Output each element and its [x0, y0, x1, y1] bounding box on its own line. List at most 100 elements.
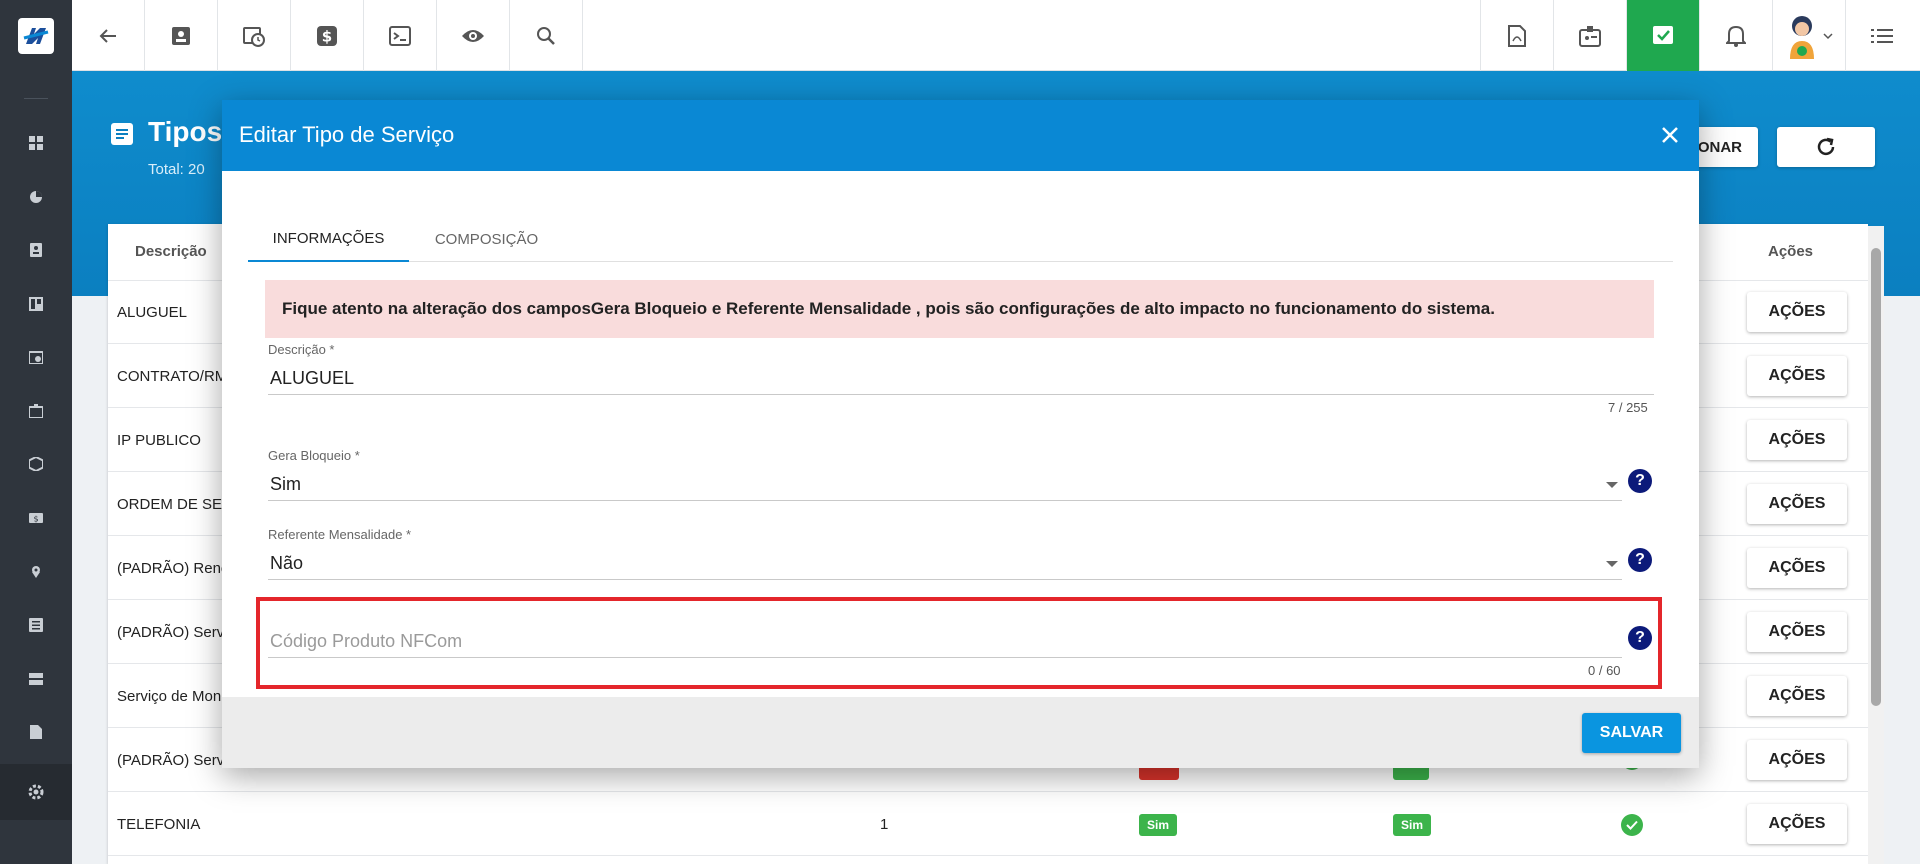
back-button[interactable]: [72, 0, 145, 71]
refresh-button[interactable]: [1777, 127, 1875, 167]
row-description: IP PUBLICO: [117, 432, 201, 449]
dollar-icon: $: [317, 25, 337, 46]
page-title: Tipos: [148, 116, 223, 147]
tasks-button[interactable]: [1626, 0, 1699, 71]
sidebar-divider: [24, 98, 48, 99]
alert-field-referente-mensalidade: Referente Mensalidade: [726, 299, 912, 318]
schedule-button[interactable]: [218, 0, 291, 71]
column-header-descricao: Descrição: [135, 243, 207, 260]
search-icon: [537, 26, 555, 45]
status-badge: Sim: [1139, 814, 1178, 836]
row-description: CONTRATO/RMI: [117, 368, 232, 385]
descricao-input[interactable]: ALUGUEL: [270, 368, 354, 389]
codigo-nfcom-input[interactable]: Código Produto NFCom: [270, 631, 462, 652]
highlight-box: [256, 597, 1662, 689]
actions-button[interactable]: AÇÕES: [1747, 612, 1847, 652]
descricao-char-count: 7 / 255: [1608, 400, 1648, 415]
eye-icon: [462, 29, 484, 42]
pdf-button[interactable]: [1480, 0, 1553, 71]
calendar-icon[interactable]: [26, 347, 46, 367]
document-icon[interactable]: [26, 722, 46, 742]
referente-mensalidade-select[interactable]: Não: [270, 553, 303, 574]
descricao-underline: [268, 394, 1654, 395]
badge-icon[interactable]: [26, 401, 46, 421]
user-avatar: [1790, 15, 1814, 59]
dialog-title: Editar Tipo de Serviço: [239, 122, 455, 147]
document-icon: [111, 123, 133, 145]
terminal-icon: [389, 25, 411, 46]
check-icon: [1621, 814, 1643, 836]
alert-text: Fique atento na alteração dos campos: [282, 299, 591, 318]
list-icon[interactable]: [26, 615, 46, 635]
sidebar-footer: [0, 764, 72, 820]
terminal-button[interactable]: [364, 0, 437, 71]
row-description: (PADRÃO) Reneg: [117, 560, 238, 577]
sidebar: $: [0, 0, 72, 864]
referente-mensalidade-label: Referente Mensalidade *: [268, 527, 412, 542]
alert-text: e: [707, 299, 727, 318]
finance-button[interactable]: $: [291, 0, 364, 71]
svg-text:$: $: [322, 27, 332, 45]
badge-button[interactable]: [1553, 0, 1626, 71]
actions-button[interactable]: AÇÕES: [1747, 804, 1847, 844]
svg-text:$: $: [33, 515, 38, 524]
edit-service-type-dialog: Editar Tipo de Serviço INFORMAÇÕES COMPO…: [222, 100, 1699, 768]
checklist-icon: [1653, 25, 1673, 44]
money-icon[interactable]: $: [26, 508, 46, 528]
chevron-down-icon: [1823, 32, 1833, 39]
descricao-label: Descrição *: [268, 342, 335, 357]
actions-button[interactable]: AÇÕES: [1747, 420, 1847, 460]
help-icon[interactable]: ?: [1628, 626, 1652, 650]
dropdown-arrow-icon[interactable]: [1606, 482, 1618, 488]
help-icon[interactable]: ?: [1628, 548, 1652, 572]
top-bar: $: [72, 0, 1920, 71]
server-icon[interactable]: [26, 669, 46, 689]
codigo-nfcom-char-count: 0 / 60: [1588, 663, 1621, 678]
back-arrow-icon: [99, 28, 116, 43]
codigo-nfcom-underline: [268, 657, 1622, 658]
calendar-clock-icon: [243, 26, 265, 47]
scrollbar-thumb[interactable]: [1871, 248, 1881, 706]
box-icon[interactable]: [26, 454, 46, 474]
app-logo[interactable]: [18, 18, 54, 54]
row-description: ALUGUEL: [117, 304, 188, 321]
pie-chart-icon[interactable]: [26, 187, 46, 207]
user-menu-button[interactable]: [1772, 0, 1845, 71]
badge-icon: [1579, 25, 1601, 47]
contact-card-icon: [172, 26, 190, 45]
menu-button[interactable]: [1845, 0, 1918, 71]
alert-field-gera-bloqueio: Gera Bloqueio: [590, 299, 708, 318]
settings-icon[interactable]: [26, 782, 46, 802]
tab-composicao[interactable]: COMPOSIÇÃO: [409, 216, 564, 262]
actions-button[interactable]: AÇÕES: [1747, 676, 1847, 716]
close-button[interactable]: [1657, 122, 1683, 148]
dashboard-icon[interactable]: [26, 133, 46, 153]
gera-bloqueio-select[interactable]: Sim: [270, 474, 301, 495]
page-total: Total: 20: [148, 161, 205, 178]
notifications-button[interactable]: [1699, 0, 1772, 71]
actions-button[interactable]: AÇÕES: [1747, 740, 1847, 780]
menu-list-icon: [1871, 28, 1893, 43]
actions-button[interactable]: AÇÕES: [1747, 484, 1847, 524]
row-description: TELEFONIA: [117, 816, 201, 833]
actions-button[interactable]: AÇÕES: [1747, 292, 1847, 332]
view-button[interactable]: [437, 0, 510, 71]
pdf-icon: [1508, 24, 1526, 47]
alert-text: , pois são configurações de alto impacto…: [911, 299, 1495, 318]
save-button[interactable]: SALVAR: [1582, 713, 1681, 753]
status-badge: Sim: [1393, 814, 1432, 836]
actions-button[interactable]: AÇÕES: [1747, 548, 1847, 588]
row-quantity: 1: [880, 816, 889, 833]
location-icon[interactable]: [26, 562, 46, 582]
dropdown-arrow-icon[interactable]: [1606, 561, 1618, 567]
bell-icon: [1726, 25, 1746, 47]
contacts-button[interactable]: [145, 0, 218, 71]
tab-informacoes[interactable]: INFORMAÇÕES: [248, 216, 409, 262]
search-button[interactable]: [510, 0, 583, 71]
help-icon[interactable]: ?: [1628, 469, 1652, 493]
close-icon: [1662, 127, 1678, 143]
dialog-tabs: INFORMAÇÕES COMPOSIÇÃO: [248, 216, 1673, 262]
contacts-icon[interactable]: [26, 240, 46, 260]
actions-button[interactable]: AÇÕES: [1747, 356, 1847, 396]
board-icon[interactable]: [26, 294, 46, 314]
